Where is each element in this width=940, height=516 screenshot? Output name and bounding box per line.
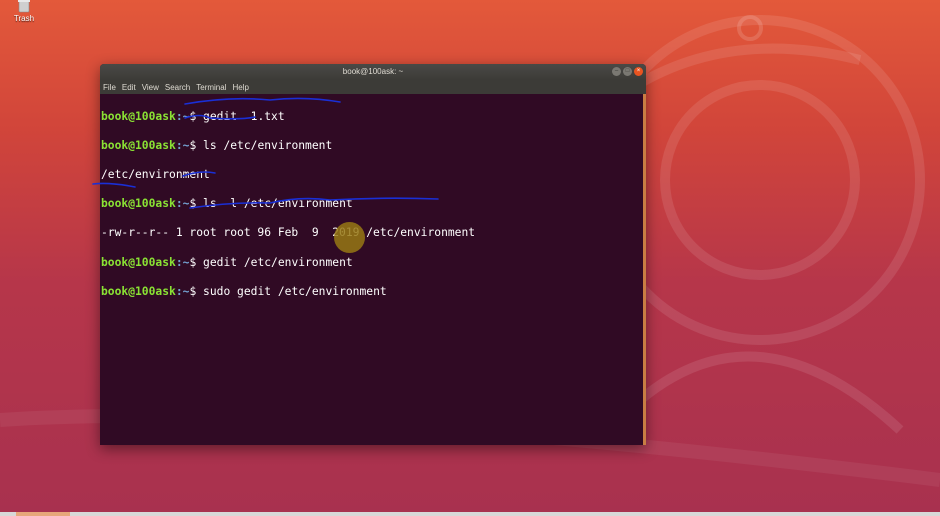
prompt-path: :~	[175, 109, 190, 123]
prompt-user: book@100ask	[101, 284, 176, 298]
menu-terminal[interactable]: Terminal	[196, 83, 226, 92]
maximize-button[interactable]: □	[623, 67, 632, 76]
terminal-output[interactable]: book@100ask:~$ gedit 1.txt book@100ask:~…	[100, 94, 643, 445]
command-text: $ sudo gedit /etc/environment	[189, 284, 387, 298]
menu-help[interactable]: Help	[232, 83, 248, 92]
terminal-line: /etc/environment	[101, 168, 643, 183]
menu-edit[interactable]: Edit	[122, 83, 136, 92]
dock-highlight	[16, 512, 70, 516]
terminal-line: book@100ask:~$ gedit 1.txt	[101, 110, 643, 125]
window-controls: – □ ×	[612, 67, 643, 76]
prompt-path: :~	[175, 197, 190, 211]
terminal-line: book@100ask:~$ gedit /etc/environment	[101, 256, 643, 271]
command-text: $ gedit /etc/environment	[189, 255, 353, 269]
terminal-line: book@100ask:~$ ls /etc/environment	[101, 139, 643, 154]
close-button[interactable]: ×	[634, 67, 643, 76]
menu-file[interactable]: File	[103, 83, 116, 92]
mouse-pointer-highlight	[334, 222, 365, 253]
terminal-line: book@100ask:~$ ls -l /etc/environment	[101, 197, 643, 212]
trash-icon	[16, 0, 32, 14]
output-text: -rw-r--r-- 1 root root 96 Feb 9 2019 /et…	[101, 226, 476, 240]
window-title: book@100ask: ~	[342, 67, 404, 76]
terminal-window[interactable]: book@100ask: ~ – □ × File Edit View Sear…	[100, 64, 646, 445]
command-text: $ ls /etc/environment	[189, 138, 333, 152]
prompt-user: book@100ask	[101, 255, 176, 269]
command-text: $ gedit 1.txt	[189, 109, 285, 123]
minimize-button[interactable]: –	[612, 67, 621, 76]
prompt-user: book@100ask	[101, 138, 176, 152]
trash-label: Trash	[13, 14, 35, 23]
bottom-dock-edge	[0, 512, 940, 516]
menu-search[interactable]: Search	[165, 83, 190, 92]
prompt-path: :~	[175, 138, 190, 152]
command-text: $ ls -l /etc/environment	[189, 197, 353, 211]
terminal-line: book@100ask:~$ sudo gedit /etc/environme…	[101, 285, 643, 300]
output-text: /etc/environment	[101, 167, 210, 181]
prompt-user: book@100ask	[101, 109, 176, 123]
menu-bar: File Edit View Search Terminal Help	[100, 80, 646, 94]
window-titlebar[interactable]: book@100ask: ~ – □ ×	[100, 64, 646, 80]
terminal-scrollbar[interactable]	[643, 94, 646, 445]
menu-view[interactable]: View	[142, 83, 159, 92]
prompt-path: :~	[175, 284, 190, 298]
desktop-trash[interactable]: Trash	[10, 0, 38, 23]
prompt-path: :~	[175, 255, 190, 269]
terminal-line: -rw-r--r-- 1 root root 96 Feb 9 2019 /et…	[101, 226, 643, 241]
prompt-user: book@100ask	[101, 197, 176, 211]
